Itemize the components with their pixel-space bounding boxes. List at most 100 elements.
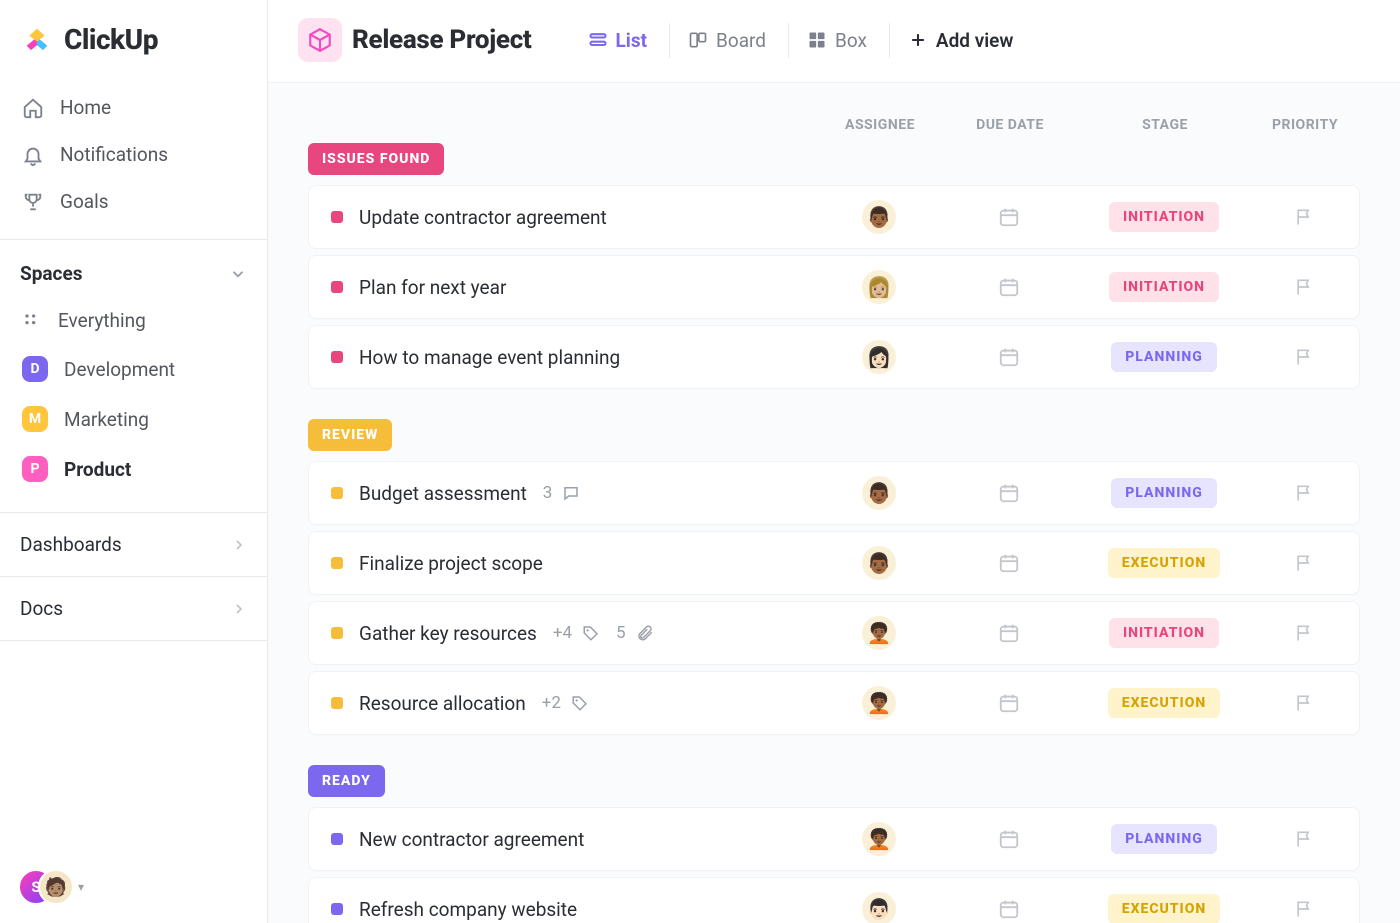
space-item-product[interactable]: P Product [14, 444, 253, 494]
spaces-header-label: Spaces [20, 262, 82, 285]
task-due-date[interactable] [939, 898, 1079, 920]
flag-icon [1294, 693, 1314, 713]
column-headers: ASSIGNEE DUE DATE STAGE PRIORITY [268, 83, 1400, 143]
avatar: 👩🏻 [862, 340, 896, 374]
task-title: How to manage event planning [359, 346, 620, 369]
avatar-stack: S 🧑🏽 [18, 869, 74, 905]
nav-goals[interactable]: Goals [12, 178, 255, 225]
task-assignee[interactable]: 🧑🏾‍🦱 [819, 822, 939, 856]
view-add[interactable]: Add view [889, 23, 1032, 58]
task-stage[interactable]: PLANNING [1079, 824, 1249, 854]
task-row[interactable]: Gather key resources +45 🧑🏾‍🦱 INITIATION [308, 601, 1360, 665]
project-title: Release Project [352, 25, 532, 55]
task-stage[interactable]: INITIATION [1079, 272, 1249, 302]
stage-pill: EXECUTION [1108, 688, 1221, 718]
task-priority[interactable] [1249, 899, 1359, 919]
task-due-date[interactable] [939, 828, 1079, 850]
task-tags[interactable]: +2 [542, 693, 589, 713]
calendar-icon [998, 898, 1020, 920]
user-menu[interactable]: S 🧑🏽 ▾ [18, 869, 84, 905]
avatar: 👨🏾 [862, 546, 896, 580]
status-dot [331, 211, 343, 223]
task-assignee[interactable]: 👨🏾 [819, 476, 939, 510]
task-row[interactable]: How to manage event planning 👩🏻 PLANNING [308, 325, 1360, 389]
task-priority[interactable] [1249, 553, 1359, 573]
status-dot [331, 903, 343, 915]
avatar: 🧑🏾‍🦱 [862, 616, 896, 650]
task-row[interactable]: Update contractor agreement 👨🏾 INITIATIO… [308, 185, 1360, 249]
group-label[interactable]: REVIEW [308, 419, 392, 451]
task-stage[interactable]: INITIATION [1079, 618, 1249, 648]
task-row[interactable]: Plan for next year 👩🏼 INITIATION [308, 255, 1360, 319]
view-board[interactable]: Board [669, 23, 784, 58]
task-assignee[interactable]: 👨🏻 [819, 892, 939, 923]
group-label[interactable]: ISSUES FOUND [308, 143, 444, 175]
task-assignee[interactable]: 👩🏼 [819, 270, 939, 304]
view-box-label: Box [835, 29, 867, 52]
nav-notifications[interactable]: Notifications [12, 131, 255, 178]
nav-dashboards[interactable]: Dashboards [0, 512, 267, 576]
flag-icon [1294, 207, 1314, 227]
task-stage[interactable]: PLANNING [1079, 342, 1249, 372]
task-row[interactable]: Budget assessment 3 👨🏾 PLANNING [308, 461, 1360, 525]
task-stage[interactable]: INITIATION [1079, 202, 1249, 232]
status-dot [331, 697, 343, 709]
task-due-date[interactable] [939, 206, 1079, 228]
space-everything-label: Everything [58, 309, 146, 332]
task-tags[interactable]: +4 [553, 623, 600, 643]
stage-pill: INITIATION [1109, 202, 1219, 232]
space-everything[interactable]: Everything [14, 297, 253, 344]
task-priority[interactable] [1249, 623, 1359, 643]
nav-home[interactable]: Home [12, 84, 255, 131]
task-row[interactable]: Resource allocation +2 🧑🏾‍🦱 EXECUTION [308, 671, 1360, 735]
nav-docs[interactable]: Docs [0, 576, 267, 640]
task-assignee[interactable]: 👩🏻 [819, 340, 939, 374]
task-assignee[interactable]: 🧑🏾‍🦱 [819, 686, 939, 720]
task-due-date[interactable] [939, 276, 1079, 298]
task-title: Budget assessment [359, 482, 527, 505]
group-review: REVIEW Budget assessment 3 👨🏾 PLANNING F… [268, 419, 1400, 765]
spaces-header[interactable]: Spaces [0, 240, 267, 295]
chevron-right-icon [231, 601, 247, 617]
task-due-date[interactable] [939, 482, 1079, 504]
task-stage[interactable]: EXECUTION [1079, 688, 1249, 718]
task-attachments[interactable]: 5 [616, 623, 654, 643]
chevron-right-icon [231, 537, 247, 553]
project-icon[interactable] [298, 18, 342, 62]
task-due-date[interactable] [939, 622, 1079, 644]
view-list-label: List [616, 29, 648, 52]
task-row[interactable]: Finalize project scope 👨🏾 EXECUTION [308, 531, 1360, 595]
view-box[interactable]: Box [788, 23, 885, 58]
brand-logo[interactable]: ClickUp [0, 0, 267, 84]
task-priority[interactable] [1249, 693, 1359, 713]
task-due-date[interactable] [939, 552, 1079, 574]
grid-icon [22, 311, 42, 331]
task-stage[interactable]: PLANNING [1079, 478, 1249, 508]
task-row[interactable]: New contractor agreement 🧑🏾‍🦱 PLANNING [308, 807, 1360, 871]
task-comments[interactable]: 3 [543, 483, 581, 503]
flag-icon [1294, 277, 1314, 297]
task-priority[interactable] [1249, 347, 1359, 367]
task-priority[interactable] [1249, 207, 1359, 227]
status-dot [331, 351, 343, 363]
tag-icon [582, 624, 600, 642]
space-item-marketing[interactable]: M Marketing [14, 394, 253, 444]
calendar-icon [998, 828, 1020, 850]
task-due-date[interactable] [939, 692, 1079, 714]
view-list[interactable]: List [570, 23, 666, 58]
space-item-development[interactable]: D Development [14, 344, 253, 394]
task-priority[interactable] [1249, 483, 1359, 503]
space-badge: D [22, 356, 48, 382]
cube-icon [307, 27, 333, 53]
task-priority[interactable] [1249, 277, 1359, 297]
chevron-down-icon [229, 265, 247, 283]
group-label[interactable]: READY [308, 765, 385, 797]
task-assignee[interactable]: 👨🏾 [819, 200, 939, 234]
task-priority[interactable] [1249, 829, 1359, 849]
task-assignee[interactable]: 👨🏾 [819, 546, 939, 580]
task-assignee[interactable]: 🧑🏾‍🦱 [819, 616, 939, 650]
task-stage[interactable]: EXECUTION [1079, 548, 1249, 578]
task-stage[interactable]: EXECUTION [1079, 894, 1249, 923]
task-row[interactable]: Refresh company website 👨🏻 EXECUTION [308, 877, 1360, 923]
task-due-date[interactable] [939, 346, 1079, 368]
